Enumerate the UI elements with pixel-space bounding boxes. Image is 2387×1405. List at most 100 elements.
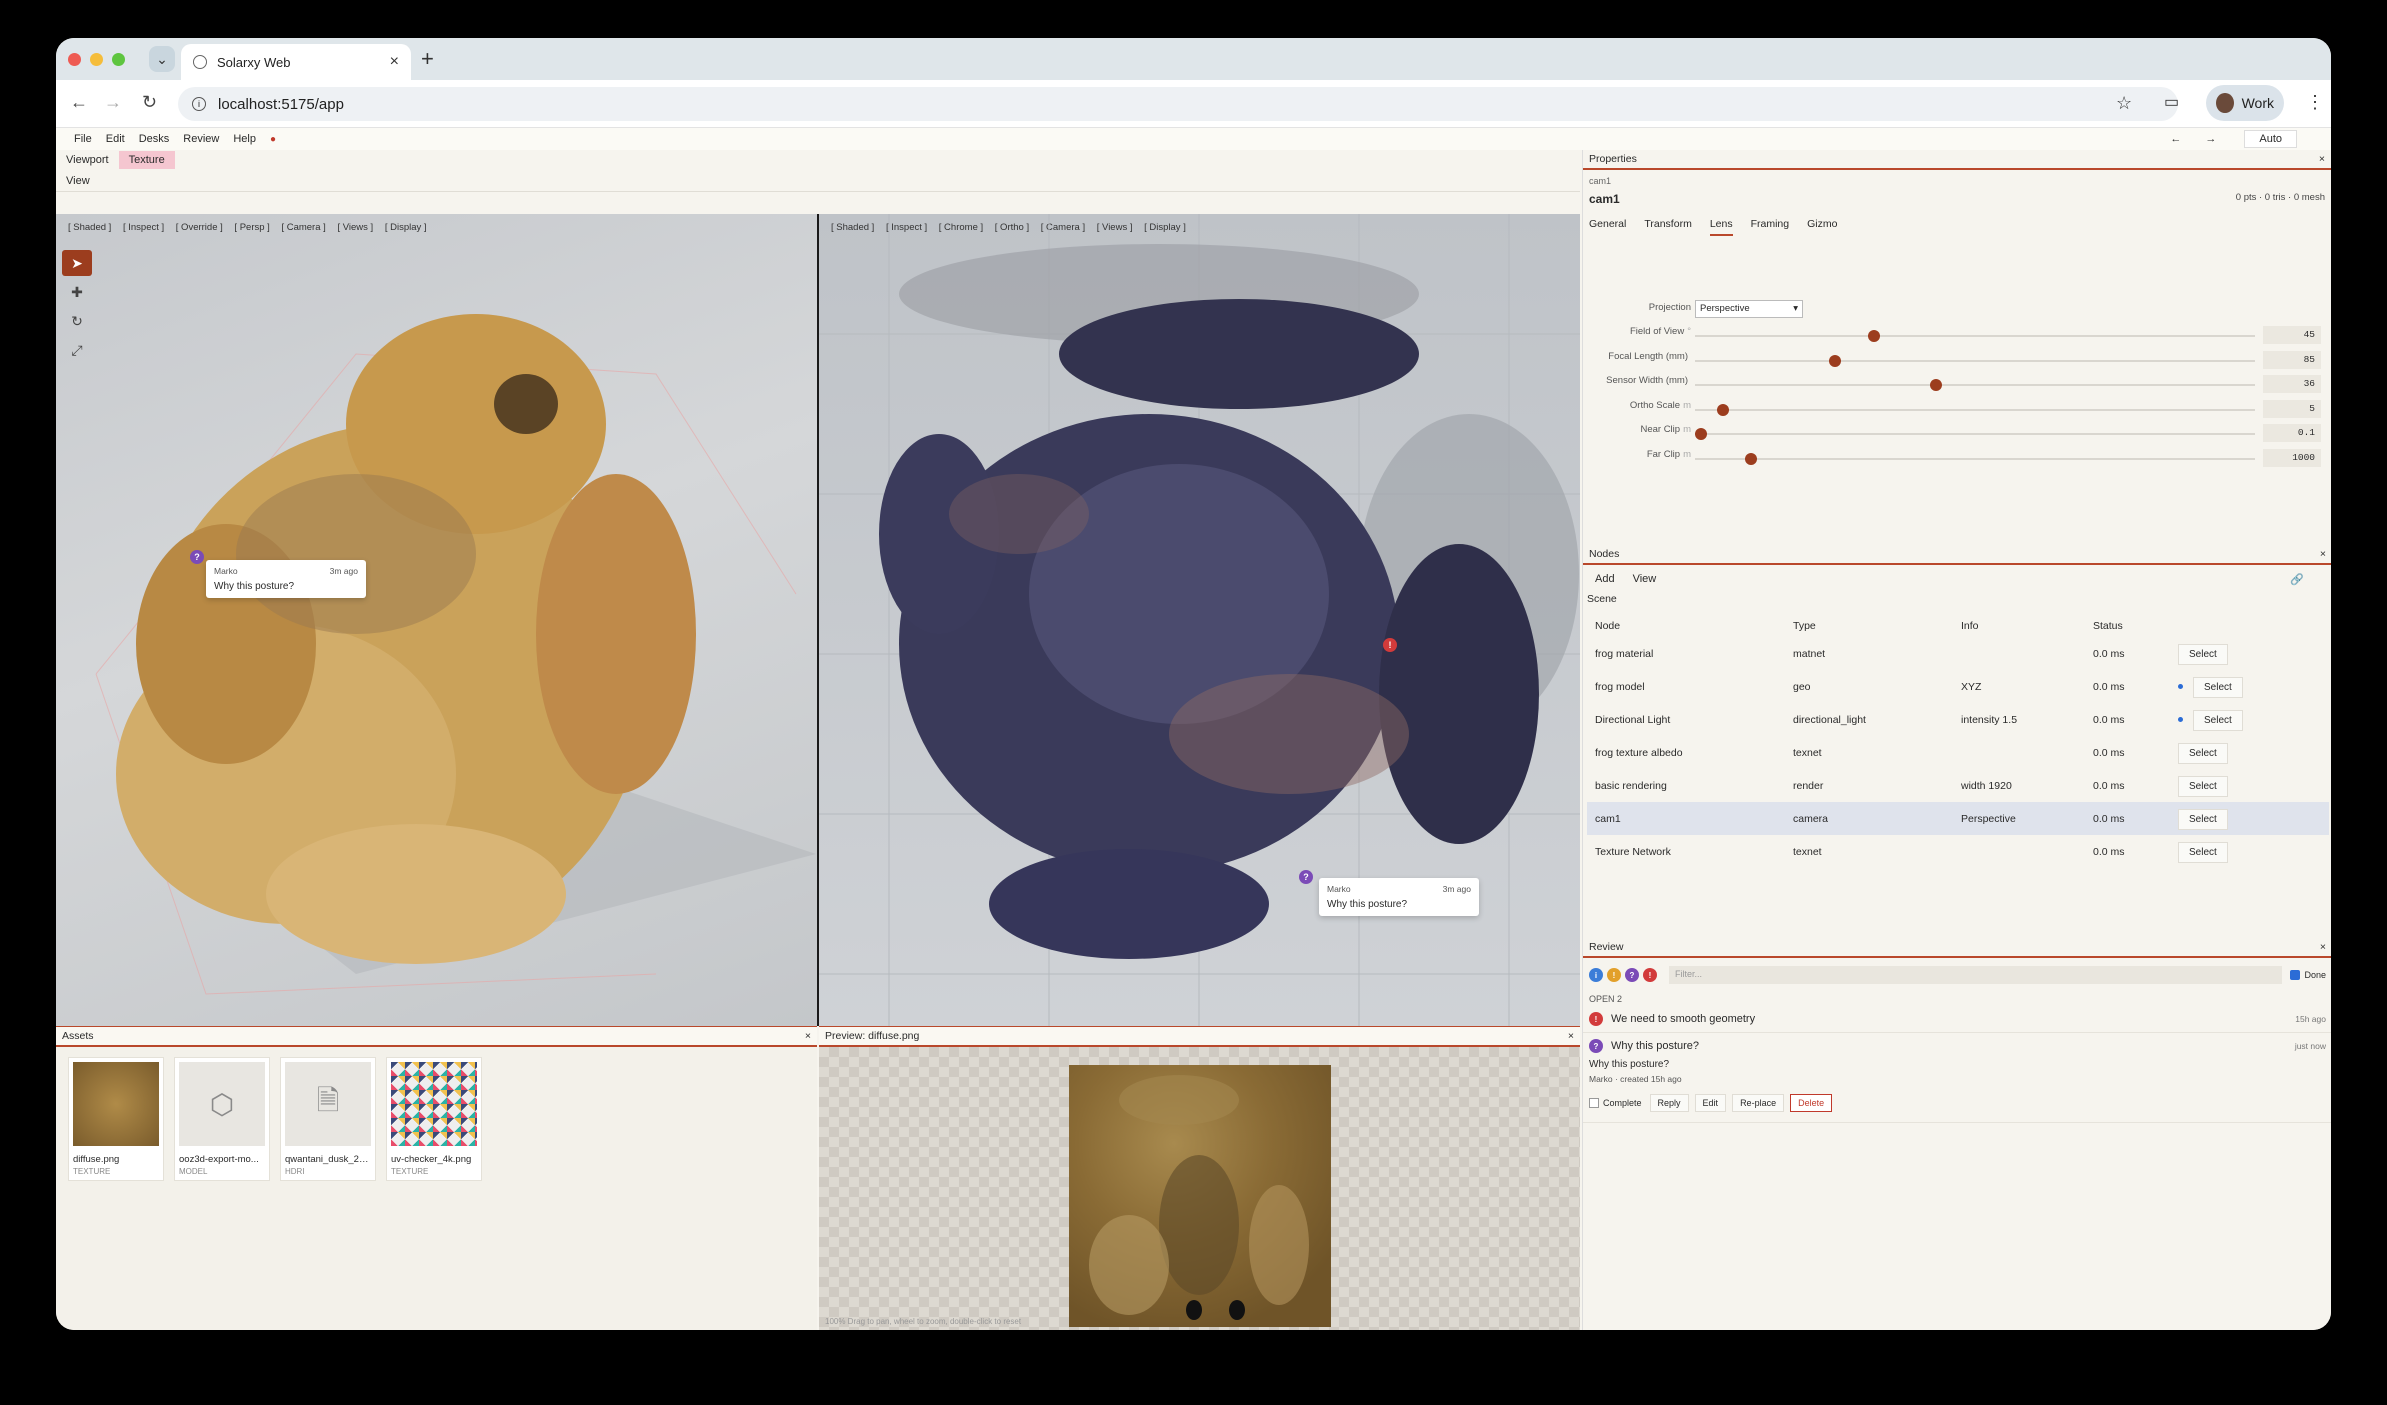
breadcrumb[interactable]: cam1 [1583, 170, 2331, 192]
replace-button[interactable]: Re-place [1732, 1094, 1785, 1112]
param-slider[interactable] [1695, 354, 2255, 367]
profile-button[interactable]: Work [2206, 85, 2284, 121]
back-icon[interactable]: ← [70, 92, 88, 113]
view-menu[interactable]: View [56, 170, 1580, 192]
minimize-window-button[interactable] [90, 53, 103, 66]
param-slider[interactable] [1695, 452, 2255, 465]
param-value-field[interactable]: 36 [2263, 375, 2321, 393]
close-nodes-icon[interactable]: × [2320, 548, 2326, 560]
close-properties-icon[interactable]: × [2319, 153, 2325, 165]
reload-icon[interactable]: ↻ [142, 92, 157, 113]
tab-texture[interactable]: Texture [118, 151, 175, 169]
filter-warning-icon[interactable]: ! [1607, 968, 1621, 982]
table-row[interactable]: Directional Light directional_light intens… [1587, 703, 2329, 736]
undo-arrow-icon[interactable]: ← [2170, 133, 2181, 145]
select-button[interactable]: Select [2178, 775, 2228, 797]
comment-pin-icon[interactable]: ? [1299, 870, 1313, 884]
edit-button[interactable]: Edit [1694, 1094, 1727, 1112]
table-row[interactable]: frog texture albedo texnet 0.0 ms Select [1587, 736, 2329, 769]
param-value-field[interactable]: 0.1 [2263, 424, 2321, 442]
filter-info-icon[interactable]: i [1589, 968, 1603, 982]
menu-edit[interactable]: Edit [106, 133, 125, 145]
param-slider[interactable] [1694, 428, 2255, 440]
table-row[interactable]: frog model geo XYZ 0.0 ms Select [1587, 670, 2329, 703]
select-button[interactable]: Select [2178, 841, 2228, 863]
close-assets-icon[interactable]: × [805, 1030, 811, 1042]
forward-icon[interactable]: → [104, 92, 122, 113]
slider-knob[interactable] [1745, 452, 1757, 465]
close-window-button[interactable] [68, 53, 81, 66]
extensions-icon[interactable]: ▭ [2164, 92, 2179, 112]
slider-knob[interactable] [1694, 428, 1707, 440]
param-slider[interactable] [1695, 330, 2255, 342]
slider-knob[interactable] [1717, 403, 1729, 416]
filter-question-icon[interactable]: ? [1625, 968, 1639, 982]
close-preview-icon[interactable]: × [1568, 1030, 1574, 1042]
url-field[interactable]: i localhost:5175/app [178, 87, 2178, 121]
param-value-field[interactable]: 5 [2263, 399, 2321, 418]
issue-item[interactable]: ! We need to smooth geometry 15h ago [1583, 1006, 2331, 1033]
asset-card[interactable]: ⬡ ooz3d-export-mo... MODEL [174, 1057, 270, 1181]
browser-tab[interactable]: Solarxy Web × [181, 44, 411, 80]
tab-framing[interactable]: Framing [1751, 218, 1790, 236]
select-button[interactable]: Select [2193, 676, 2243, 698]
select-button[interactable]: Select [2193, 709, 2243, 731]
param-slider[interactable] [1695, 403, 2255, 416]
table-row[interactable]: frog material matnet 0.0 ms Select [1587, 637, 2329, 670]
complete-checkbox[interactable] [1589, 1098, 1599, 1108]
viewport-perspective[interactable]: [ Shaded ] [ Inspect ] [ Override ] [ Pe… [56, 214, 817, 1026]
param-slider[interactable] [1695, 379, 2255, 391]
delete-button[interactable]: Delete [1790, 1094, 1833, 1112]
comment-bubble[interactable]: Marko 3m ago Why this posture? [1319, 878, 1479, 916]
tab-search-icon[interactable]: ⌄ [149, 46, 175, 72]
issue-item[interactable]: ? Why this posture? just now [1583, 1033, 2331, 1059]
done-toggle[interactable]: Done [2290, 970, 2326, 980]
menu-help[interactable]: Help [233, 133, 256, 145]
table-row[interactable]: Texture Network texnet 0.0 ms Select [1587, 835, 2329, 868]
param-label: Field of View ° [1583, 326, 1691, 337]
close-review-icon[interactable]: × [2320, 941, 2326, 953]
comment-pin-icon[interactable]: ? [190, 550, 204, 564]
menu-file[interactable]: File [74, 133, 92, 145]
asset-card[interactable]: uv-checker_4k.png TEXTURE [386, 1057, 482, 1181]
comment-pin-red-icon[interactable]: ! [1383, 638, 1397, 652]
tab-transform[interactable]: Transform [1644, 218, 1691, 236]
preview-panel[interactable]: Preview: diffuse.png × 100% Drag to pan,… [819, 1026, 1580, 1330]
add-node-button[interactable]: Add [1595, 573, 1615, 585]
menu-review[interactable]: Review [183, 133, 219, 145]
browser-menu-icon[interactable]: ⋮ [2306, 92, 2324, 113]
select-button[interactable]: Select [2178, 643, 2228, 665]
tab-viewport[interactable]: Viewport [60, 151, 115, 169]
menu-desks[interactable]: Desks [139, 133, 170, 145]
slider-knob[interactable] [1829, 354, 1841, 367]
link-icon[interactable]: 🔗 [2290, 573, 2304, 586]
tab-gizmo[interactable]: Gizmo [1807, 218, 1837, 236]
bookmark-star-icon[interactable]: ☆ [2116, 93, 2132, 114]
maximize-window-button[interactable] [112, 53, 125, 66]
view-menu-button[interactable]: View [1633, 573, 1657, 585]
viewport-ortho[interactable]: [ Shaded ] [ Inspect ] [ Chrome ] [ Orth… [819, 214, 1580, 1026]
select-button[interactable]: Select [2178, 808, 2228, 830]
comment-bubble[interactable]: Marko 3m ago Why this posture? [206, 560, 366, 598]
tab-lens[interactable]: Lens [1709, 218, 1733, 236]
review-filter-input[interactable]: Filter... [1669, 966, 2283, 984]
asset-card[interactable]: 🗎 qwantani_dusk_2_... HDRI [280, 1057, 376, 1181]
reply-button[interactable]: Reply [1649, 1094, 1689, 1112]
slider-knob[interactable] [1868, 330, 1881, 342]
table-row[interactable]: basic rendering render width 1920 0.0 ms Sel… [1587, 769, 2329, 802]
param-value-field[interactable]: 45 [2263, 326, 2321, 344]
asset-card[interactable]: diffuse.png TEXTURE [68, 1057, 164, 1181]
redo-arrow-icon[interactable]: → [2205, 133, 2216, 145]
auto-button[interactable]: Auto [2244, 130, 2297, 148]
close-tab-icon[interactable]: × [390, 53, 399, 71]
filter-error-icon[interactable]: ! [1643, 968, 1657, 982]
select-button[interactable]: Select [2178, 742, 2228, 764]
tab-general[interactable]: General [1589, 218, 1626, 236]
projection-select[interactable]: Perspective ▾ [1695, 300, 1803, 318]
param-value-field[interactable]: 85 [2263, 350, 2321, 369]
table-row[interactable]: cam1 camera Perspective 0.0 ms Select [1587, 802, 2329, 835]
new-tab-icon[interactable]: + [421, 46, 434, 72]
slider-knob[interactable] [1929, 379, 1942, 391]
site-info-icon[interactable]: i [192, 97, 206, 111]
param-value-field[interactable]: 1000 [2263, 448, 2321, 467]
